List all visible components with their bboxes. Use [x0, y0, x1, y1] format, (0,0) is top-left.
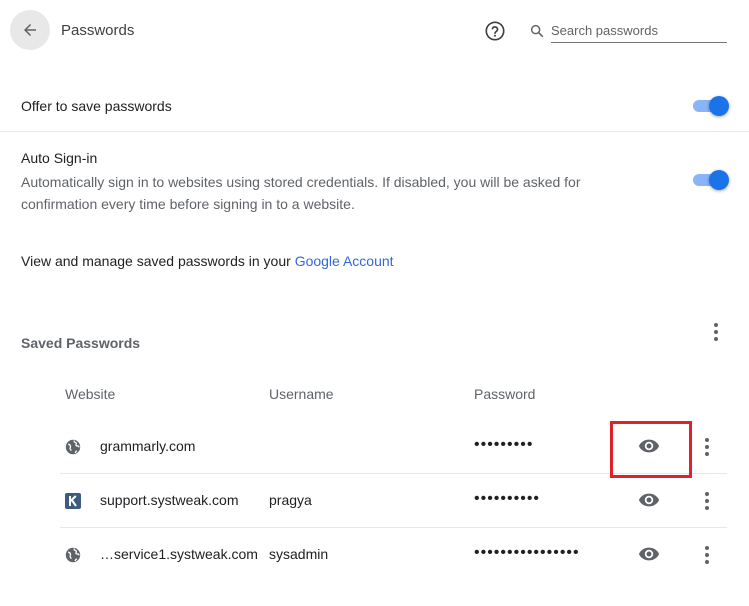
- username: pragya: [269, 492, 312, 508]
- password-row: grammarly.com •••••••••: [60, 420, 727, 474]
- page-title: Passwords: [61, 22, 135, 39]
- search-icon: [530, 24, 544, 38]
- row-more-actions-button[interactable]: [697, 543, 717, 567]
- password-row: …service1.systweak.com sysadmin ••••••••…: [60, 528, 727, 582]
- auto-signin-toggle[interactable]: [693, 170, 729, 190]
- manage-passwords-prefix: View and manage saved passwords in your: [21, 253, 295, 269]
- back-button[interactable]: [10, 10, 50, 50]
- search-box: [527, 18, 727, 44]
- column-header-username: Username: [269, 386, 334, 402]
- toggle-knob: [709, 96, 729, 116]
- offer-to-save-toggle[interactable]: [693, 96, 729, 116]
- auto-signin-label: Auto Sign-in: [21, 150, 98, 166]
- password-mask: ••••••••••••••••: [474, 544, 580, 561]
- row-more-actions-button[interactable]: [697, 435, 717, 459]
- column-header-password: Password: [474, 386, 536, 402]
- auto-signin-description: Automatically sign in to websites using …: [21, 174, 581, 212]
- page-header: Passwords: [0, 0, 749, 62]
- saved-passwords-heading: Saved Passwords: [21, 335, 141, 351]
- search-input[interactable]: [551, 18, 727, 43]
- website-name: support.systweak.com: [100, 492, 239, 508]
- password-row: support.systweak.com pragya ••••••••••: [60, 474, 727, 528]
- show-password-eye-icon[interactable]: [638, 491, 660, 509]
- toggle-knob: [709, 170, 729, 190]
- manage-passwords-text: View and manage saved passwords in your …: [21, 253, 394, 269]
- google-account-link[interactable]: Google Account: [295, 253, 394, 269]
- website-name: …service1.systweak.com: [100, 546, 258, 562]
- offer-to-save-row: Offer to save passwords: [0, 80, 749, 132]
- show-password-eye-icon[interactable]: [638, 545, 660, 563]
- help-circle-icon[interactable]: [484, 20, 506, 42]
- saved-passwords-menu-button[interactable]: [706, 320, 726, 344]
- website-name: grammarly.com: [100, 438, 196, 454]
- username: sysadmin: [269, 546, 329, 562]
- row-more-actions-button[interactable]: [697, 489, 717, 513]
- password-mask: ••••••••••: [474, 490, 541, 507]
- offer-to-save-label: Offer to save passwords: [21, 98, 172, 114]
- password-mask: •••••••••: [474, 436, 534, 453]
- k-logo-icon: [65, 493, 81, 509]
- show-password-eye-icon[interactable]: [638, 437, 660, 455]
- arrow-back-icon: [24, 24, 36, 36]
- globe-icon: [65, 439, 81, 455]
- column-header-website: Website: [65, 386, 116, 402]
- globe-icon: [65, 547, 81, 563]
